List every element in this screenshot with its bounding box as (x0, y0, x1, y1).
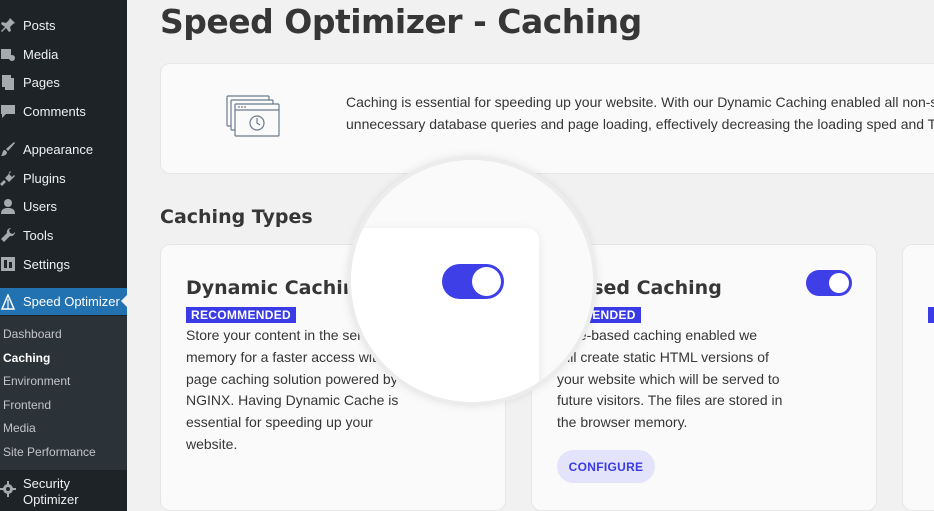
page-title: Speed Optimizer - Caching (160, 2, 642, 41)
submenu-site-performance[interactable]: Site Performance (3, 445, 96, 459)
sidebar-item-pages[interactable]: Pages (0, 69, 127, 95)
speed-optimizer-submenu: Dashboard Caching Environment Frontend M… (0, 316, 127, 470)
sidebar-item-settings[interactable]: Settings (0, 251, 127, 277)
sidebar-item-posts[interactable]: Posts (0, 12, 127, 38)
toggle-knob (472, 267, 501, 296)
sidebar-item-appearance[interactable]: Appearance (0, 136, 127, 162)
sidebar-item-security-optimizer[interactable]: Security Optimizer (0, 476, 127, 510)
speed-optimizer-icon (0, 292, 22, 312)
sidebar-item-users[interactable]: Users (0, 193, 127, 219)
section-title-caching-types: Caching Types (160, 206, 313, 228)
sidebar-item-comments[interactable]: Comments (0, 98, 127, 124)
settings-icon (0, 254, 22, 274)
sidebar-item-speed-optimizer[interactable]: Speed Optimizer (0, 288, 127, 315)
user-icon (0, 196, 22, 216)
submenu-frontend[interactable]: Frontend (3, 398, 51, 412)
file-based-caching-toggle[interactable] (806, 270, 852, 296)
third-caching-card (902, 244, 934, 511)
pin-icon (0, 15, 22, 35)
gear-icon (0, 479, 22, 499)
intro-description: Caching is essential for speeding up you… (346, 94, 934, 132)
submenu-media[interactable]: Media (3, 421, 36, 435)
intro-card: Caching is essential for speeding up you… (160, 63, 934, 174)
submenu-caching[interactable]: Caching (3, 351, 50, 365)
card-title: Dynamic Caching (186, 277, 370, 299)
media-icon (0, 44, 22, 64)
card-description: n file-based caching enabled we will cre… (557, 327, 783, 431)
pages-icon (0, 72, 22, 92)
brush-icon (0, 139, 22, 159)
sidebar-item-media[interactable]: Media (0, 41, 127, 67)
plug-icon (0, 168, 22, 188)
comment-icon (0, 101, 22, 121)
toggle-knob (829, 273, 849, 293)
sidebar-item-plugins[interactable]: Plugins (0, 165, 127, 191)
dynamic-caching-toggle[interactable] (442, 264, 504, 299)
admin-sidebar: Posts Media Pages Comments Appearance Pl… (0, 0, 127, 511)
submenu-dashboard[interactable]: Dashboard (3, 327, 62, 341)
caching-illustration-icon (226, 95, 280, 137)
zoom-magnifier (351, 160, 593, 402)
sidebar-item-tools[interactable]: Tools (0, 222, 127, 248)
configure-button[interactable]: CONFIGURE (557, 450, 655, 483)
recommended-badge: RECOMMENDED (186, 307, 296, 323)
magnified-card (351, 228, 539, 402)
submenu-environment[interactable]: Environment (3, 374, 70, 388)
wrench-icon (0, 225, 22, 245)
recommended-badge (928, 307, 934, 323)
active-arrow (121, 295, 127, 307)
